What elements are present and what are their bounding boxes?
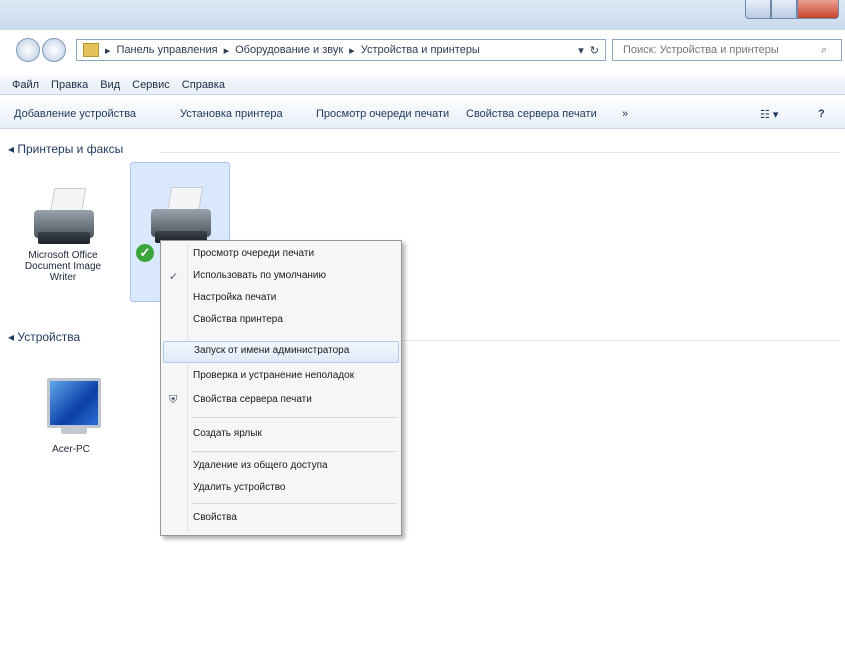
search-input[interactable] [621, 43, 821, 57]
device-printer-ms-office[interactable]: Microsoft Office Document Image Writer [18, 188, 108, 283]
add-device-button[interactable]: Добавление устройства [14, 108, 136, 120]
breadcrumb-control-panel[interactable]: Панель управления [117, 44, 218, 56]
add-printer-button[interactable]: Установка принтера [180, 108, 283, 120]
menu-item-properties[interactable]: Свойства [163, 509, 399, 529]
device-label: Acer-PC [52, 444, 90, 455]
minimize-button[interactable] [745, 0, 771, 19]
menu-item-troubleshoot[interactable]: Проверка и устранение неполадок [163, 367, 399, 387]
device-computer[interactable]: Acer-PC [26, 374, 116, 455]
checkmark-icon: ✓ [169, 271, 179, 283]
menu-edit[interactable]: Правка [51, 79, 88, 91]
menu-item-server-properties[interactable]: ⛨ Свойства сервера печати [163, 391, 399, 411]
menu-separator [191, 417, 397, 418]
more-commands-button[interactable]: » [622, 108, 628, 120]
menu-item-remove-sharing[interactable]: Удаление из общего доступа [163, 457, 399, 477]
menu-item-remove-device[interactable]: Удалить устройство [163, 479, 399, 499]
close-button[interactable] [797, 0, 839, 19]
menu-bar: Файл Правка Вид Сервис Справка [0, 76, 845, 95]
menu-tools[interactable]: Сервис [132, 79, 170, 91]
navigation-bar: ▸ Панель управления ▸ Оборудование и зву… [0, 36, 845, 64]
maximize-button[interactable] [771, 0, 797, 19]
window-controls [745, 0, 839, 20]
search-box[interactable]: ⌕ [612, 39, 842, 61]
folder-icon [83, 43, 99, 57]
menu-separator [191, 503, 397, 504]
help-icon[interactable]: ? [818, 108, 825, 120]
menu-help[interactable]: Справка [182, 79, 225, 91]
breadcrumb-hardware-sound[interactable]: Оборудование и звук [235, 44, 343, 56]
device-label: Microsoft Office Document Image Writer [24, 250, 102, 283]
default-printer-check-icon: ✓ [136, 244, 154, 262]
print-queue-button[interactable]: Просмотр очереди печати [316, 108, 449, 120]
menu-item-set-default[interactable]: ✓ Использовать по умолчанию [163, 267, 399, 287]
collapse-arrow-icon[interactable]: ◂ [8, 142, 14, 156]
uac-shield-icon: ⛨ [169, 394, 178, 406]
group-divider [160, 152, 840, 153]
search-icon[interactable]: ⌕ [821, 44, 827, 57]
menu-separator [191, 451, 397, 452]
breadcrumb-devices-printers[interactable]: Устройства и принтеры [361, 44, 480, 56]
printer-icon [28, 188, 98, 250]
menu-item-run-as-admin[interactable]: Запуск от имени администратора [163, 341, 399, 363]
address-dropdown-icon[interactable]: ▾ [578, 44, 584, 57]
print-server-properties-button[interactable]: Свойства сервера печати [466, 108, 597, 120]
monitor-icon [41, 374, 101, 444]
view-options-icon[interactable]: ☷ ▾ [760, 108, 778, 121]
forward-arrow-icon[interactable] [42, 38, 66, 62]
group-header-printers[interactable]: ◂ Принтеры и факсы [8, 142, 123, 156]
menu-file[interactable]: Файл [12, 79, 39, 91]
command-toolbar: Добавление устройства Установка принтера… [0, 102, 845, 129]
collapse-arrow-icon[interactable]: ◂ [8, 330, 14, 344]
context-menu: Просмотр очереди печати ✓ Использовать п… [160, 240, 402, 536]
group-divider [400, 340, 840, 341]
window-title-bar [0, 0, 845, 30]
address-bar[interactable]: ▸ Панель управления ▸ Оборудование и зву… [76, 39, 606, 61]
back-arrow-icon[interactable] [16, 38, 40, 62]
group-header-devices[interactable]: ◂ Устройства [8, 330, 80, 344]
menu-item-print-preferences[interactable]: Настройка печати [163, 289, 399, 309]
menu-item-printer-properties[interactable]: Свойства принтера [163, 311, 399, 331]
menu-view[interactable]: Вид [100, 79, 120, 91]
refresh-icon[interactable]: ↻ [590, 44, 599, 57]
menu-item-print-queue[interactable]: Просмотр очереди печати [163, 245, 399, 265]
menu-item-create-shortcut[interactable]: Создать ярлык [163, 425, 399, 445]
